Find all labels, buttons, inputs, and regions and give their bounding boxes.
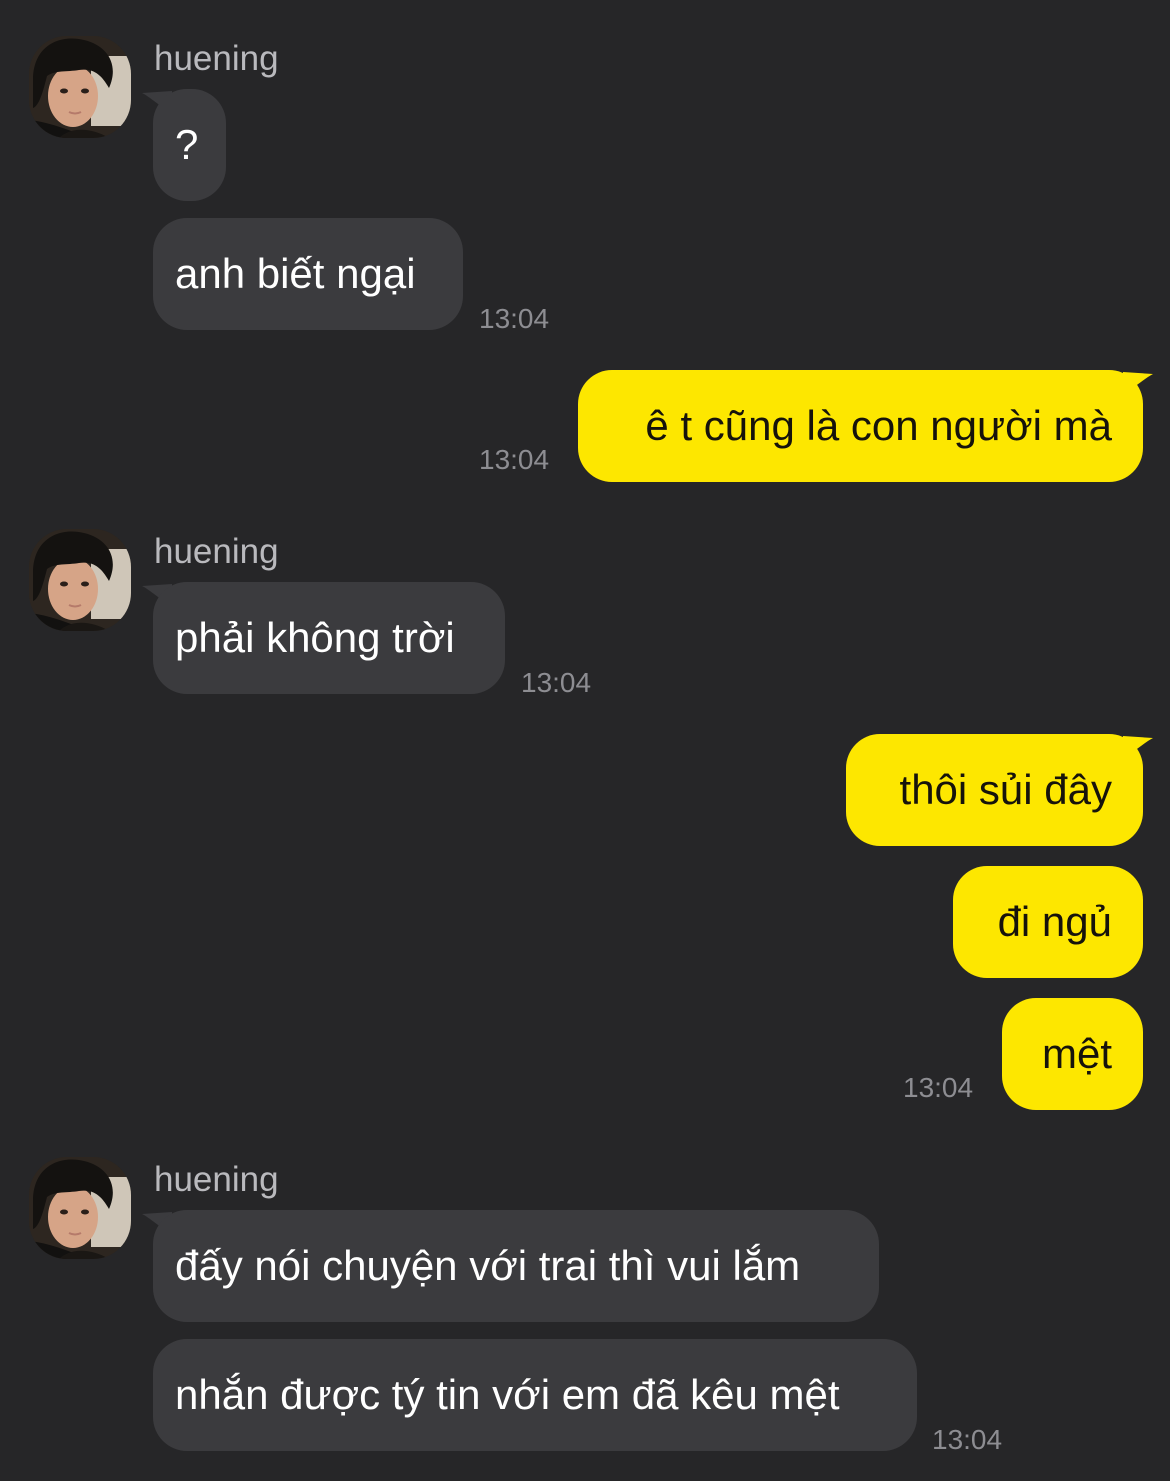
message-bubble[interactable]: ê t cũng là con người mà xyxy=(578,370,1143,482)
sender-name: huening xyxy=(154,39,279,78)
message-timestamp: 13:04 xyxy=(479,444,550,475)
message-text: ? xyxy=(175,121,199,168)
message-bubble[interactable]: đi ngủ xyxy=(953,866,1143,978)
message-text: đi ngủ xyxy=(997,898,1112,945)
sender-name: huening xyxy=(154,1160,279,1199)
message-timestamp: 13:04 xyxy=(521,667,592,698)
profile-photo-avatar-icon xyxy=(29,529,131,631)
avatar[interactable] xyxy=(29,1157,131,1259)
message-bubble[interactable]: phải không trời xyxy=(153,582,505,694)
message-bubble[interactable]: thôi sủi đây xyxy=(846,734,1143,846)
profile-photo-avatar-icon xyxy=(29,36,131,138)
message-bubble[interactable]: nhắn được tý tin với em đã kêu mệt xyxy=(153,1339,917,1451)
message-timestamp: 13:04 xyxy=(932,1424,1003,1455)
message-text: ê t cũng là con người mà xyxy=(645,402,1112,449)
bubble-tail xyxy=(1123,736,1153,758)
message-timestamp: 13:04 xyxy=(903,1072,974,1103)
message-text: nhắn được tý tin với em đã kêu mệt xyxy=(175,1371,840,1418)
bubble-tail xyxy=(1123,372,1153,394)
message-bubble[interactable]: đấy nói chuyện với trai thì vui lắm xyxy=(153,1210,879,1322)
message-bubble[interactable]: mệt xyxy=(1002,998,1143,1110)
sender-name: huening xyxy=(154,532,279,571)
message-text: anh biết ngại xyxy=(175,250,416,297)
message-timestamp: 13:04 xyxy=(479,303,550,334)
profile-photo-avatar-icon xyxy=(29,1157,131,1259)
avatar[interactable] xyxy=(29,36,131,138)
message-text: đấy nói chuyện với trai thì vui lắm xyxy=(175,1242,801,1289)
message-bubble[interactable]: ? xyxy=(153,89,226,201)
avatar[interactable] xyxy=(29,529,131,631)
message-text: thôi sủi đây xyxy=(899,766,1112,813)
message-bubble[interactable]: anh biết ngại xyxy=(153,218,463,330)
message-text: phải không trời xyxy=(175,614,455,661)
message-text: mệt xyxy=(1041,1030,1112,1077)
